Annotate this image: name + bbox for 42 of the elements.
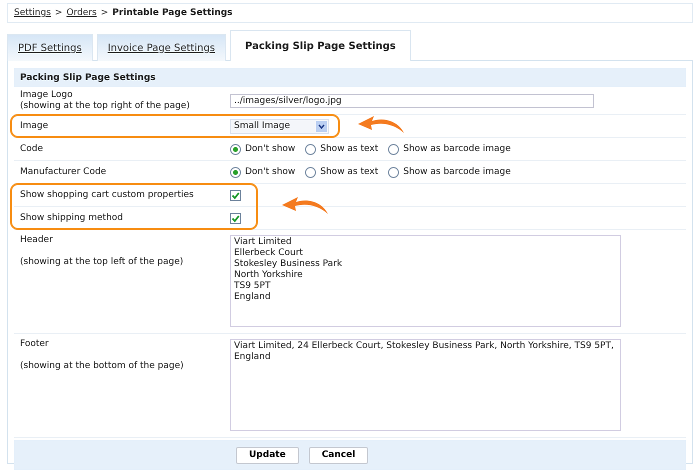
radio-button[interactable] xyxy=(388,144,400,154)
radio-label: Show as barcode image xyxy=(403,167,511,177)
text-field[interactable]: ../images/silver/logo.jpg xyxy=(230,94,594,108)
radio-label: Show as barcode image xyxy=(403,144,511,154)
radio-label: Don't show xyxy=(245,167,296,177)
radio-label: Show as text xyxy=(320,144,378,154)
section-header: Packing Slip Page Settings xyxy=(14,68,686,87)
field-label: Header xyxy=(20,235,54,245)
field-label: Show shipping method xyxy=(20,213,124,223)
radio-button[interactable] xyxy=(305,144,316,154)
field-label: Image Logo xyxy=(20,90,74,100)
checkbox[interactable] xyxy=(230,212,241,224)
field-label: Footer xyxy=(20,339,50,349)
dropdown[interactable]: Small Image xyxy=(230,118,329,134)
field-label: Show shopping cart custom properties xyxy=(20,190,195,200)
field-note: (showing at the top left of the page) xyxy=(20,257,184,267)
breadcrumb-separator: > xyxy=(54,8,62,18)
breadcrumb-link[interactable]: Settings xyxy=(14,8,51,18)
radio-label: Don't show xyxy=(245,144,296,154)
form-button[interactable]: Cancel xyxy=(308,446,368,464)
breadcrumb-separator: > xyxy=(100,8,108,18)
radio-button[interactable] xyxy=(305,166,316,178)
checkbox[interactable] xyxy=(230,190,241,200)
field-label: Code xyxy=(20,144,44,154)
text-area[interactable]: Viart Limited Ellerbeck Court Stokesley Business Park North Yorkshire TS9 5PT England xyxy=(230,235,621,327)
curved-arrow xyxy=(358,115,406,135)
radio-button[interactable] xyxy=(230,144,241,154)
radio-button[interactable] xyxy=(230,166,241,178)
radio-button[interactable] xyxy=(388,166,400,178)
radio-label: Show as text xyxy=(320,167,378,177)
tab[interactable]: Packing Slip Page Settings xyxy=(230,30,411,61)
tab[interactable]: Invoice Page Settings xyxy=(96,34,226,61)
text-area[interactable]: Viart Limited, 24 Ellerbeck Court, Stokesley Business Park, North Yorkshire, TS9 5PT, England xyxy=(230,339,621,431)
field-label: Manufacturer Code xyxy=(20,167,108,177)
curved-arrow xyxy=(282,196,330,216)
breadcrumb-link[interactable]: Orders xyxy=(66,8,97,18)
field-note: (showing at the top right of the page) xyxy=(20,101,191,111)
tab[interactable]: PDF Settings xyxy=(7,34,93,61)
field-label: Image xyxy=(20,121,50,131)
breadcrumb-current: Printable Page Settings xyxy=(112,8,233,18)
form-button[interactable]: Update xyxy=(236,446,299,464)
field-note: (showing at the bottom of the page) xyxy=(20,361,185,371)
